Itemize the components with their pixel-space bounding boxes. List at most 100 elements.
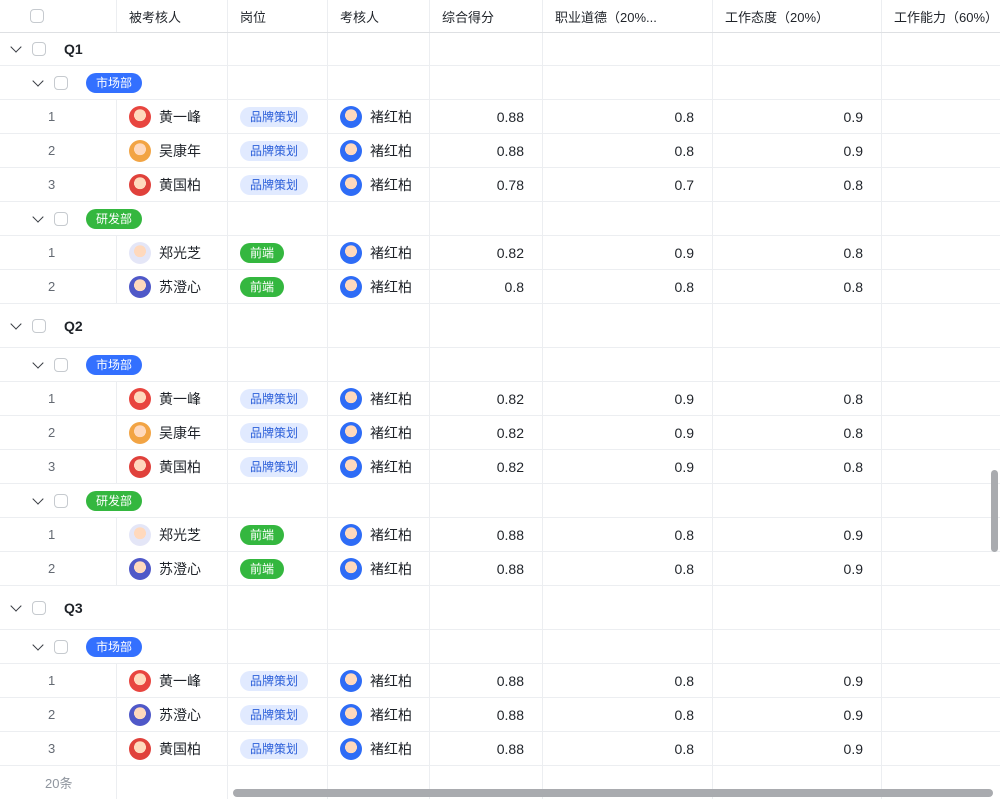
attitude-cell[interactable]: 0.9 [713, 732, 882, 765]
column-header-position[interactable]: 岗位 [228, 0, 328, 32]
score-cell[interactable]: 0.82 [430, 236, 543, 269]
attitude-cell[interactable]: 0.9 [713, 664, 882, 697]
row-index-cell[interactable]: 2 [0, 134, 117, 167]
assessor-cell[interactable]: 褚红柏 [328, 732, 430, 765]
score-cell[interactable]: 0.8 [430, 270, 543, 303]
attitude-cell[interactable]: 0.8 [713, 450, 882, 483]
empty-cell[interactable] [228, 304, 328, 347]
empty-cell[interactable] [430, 66, 543, 99]
position-cell[interactable]: 品牌策划 [228, 416, 328, 449]
assessor-cell[interactable]: 褚红柏 [328, 664, 430, 697]
assessee-cell[interactable]: 苏澄心 [117, 270, 228, 303]
position-cell[interactable]: 品牌策划 [228, 134, 328, 167]
ability-cell[interactable] [882, 698, 1000, 731]
row-index-cell[interactable]: 3 [0, 168, 117, 201]
chevron-down-icon[interactable] [10, 318, 21, 329]
group-header-cell[interactable]: Q2 [0, 304, 228, 347]
row-checkbox[interactable] [54, 358, 68, 372]
assessor-cell[interactable]: 褚红柏 [328, 518, 430, 551]
empty-cell[interactable] [328, 33, 430, 65]
empty-cell[interactable] [228, 630, 328, 663]
ability-cell[interactable] [882, 100, 1000, 133]
empty-cell[interactable] [543, 66, 713, 99]
group-header-cell[interactable]: Q3 [0, 586, 228, 629]
row-checkbox[interactable] [32, 42, 46, 56]
ethics-cell[interactable]: 0.8 [543, 270, 713, 303]
position-cell[interactable]: 品牌策划 [228, 382, 328, 415]
assessor-cell[interactable]: 褚红柏 [328, 552, 430, 585]
empty-cell[interactable] [328, 348, 430, 381]
score-cell[interactable]: 0.88 [430, 100, 543, 133]
assessee-cell[interactable]: 黄国柏 [117, 450, 228, 483]
ability-cell[interactable] [882, 518, 1000, 551]
score-cell[interactable]: 0.78 [430, 168, 543, 201]
empty-cell[interactable] [328, 630, 430, 663]
empty-cell[interactable] [543, 484, 713, 517]
position-cell[interactable]: 前端 [228, 236, 328, 269]
row-checkbox[interactable] [32, 601, 46, 615]
empty-cell[interactable] [228, 348, 328, 381]
ability-cell[interactable] [882, 270, 1000, 303]
column-header-score[interactable]: 综合得分 [430, 0, 543, 32]
row-index-cell[interactable]: 3 [0, 450, 117, 483]
empty-cell[interactable] [713, 33, 882, 65]
assessee-cell[interactable]: 苏澄心 [117, 552, 228, 585]
position-cell[interactable]: 前端 [228, 552, 328, 585]
empty-cell[interactable] [430, 586, 543, 629]
position-cell[interactable]: 品牌策划 [228, 100, 328, 133]
subgroup-header-cell[interactable]: 研发部 [0, 484, 228, 517]
ethics-cell[interactable]: 0.9 [543, 382, 713, 415]
position-cell[interactable]: 品牌策划 [228, 450, 328, 483]
empty-cell[interactable] [543, 33, 713, 65]
ethics-cell[interactable]: 0.9 [543, 416, 713, 449]
assessee-cell[interactable]: 黄国柏 [117, 732, 228, 765]
select-all-checkbox[interactable] [30, 9, 44, 23]
position-cell[interactable]: 品牌策划 [228, 698, 328, 731]
row-index-cell[interactable]: 2 [0, 270, 117, 303]
assessor-cell[interactable]: 褚红柏 [328, 100, 430, 133]
row-index-cell[interactable]: 1 [0, 236, 117, 269]
score-cell[interactable]: 0.88 [430, 552, 543, 585]
empty-cell[interactable] [713, 630, 882, 663]
assessor-cell[interactable]: 褚红柏 [328, 168, 430, 201]
ability-cell[interactable] [882, 416, 1000, 449]
data-row[interactable]: 2苏澄心前端褚红柏0.80.80.8 [0, 270, 1000, 304]
ethics-cell[interactable]: 0.8 [543, 552, 713, 585]
empty-cell[interactable] [882, 348, 1000, 381]
score-cell[interactable]: 0.88 [430, 698, 543, 731]
row-checkbox[interactable] [54, 212, 68, 226]
data-row[interactable]: 1郑光芝前端褚红柏0.880.80.9 [0, 518, 1000, 552]
score-cell[interactable]: 0.88 [430, 518, 543, 551]
data-row[interactable]: 3黄国柏品牌策划褚红柏0.820.90.8 [0, 450, 1000, 484]
row-checkbox[interactable] [54, 76, 68, 90]
position-cell[interactable]: 前端 [228, 270, 328, 303]
score-cell[interactable]: 0.88 [430, 664, 543, 697]
attitude-cell[interactable]: 0.8 [713, 382, 882, 415]
empty-cell[interactable] [882, 484, 1000, 517]
assessor-cell[interactable]: 褚红柏 [328, 698, 430, 731]
column-header-assessee[interactable]: 被考核人 [117, 0, 228, 32]
subgroup-header-cell[interactable]: 市场部 [0, 348, 228, 381]
row-index-cell[interactable]: 1 [0, 664, 117, 697]
assessee-cell[interactable]: 郑光芝 [117, 236, 228, 269]
empty-cell[interactable] [882, 33, 1000, 65]
ability-cell[interactable] [882, 382, 1000, 415]
row-index-cell[interactable]: 1 [0, 382, 117, 415]
row-index-cell[interactable]: 2 [0, 552, 117, 585]
empty-cell[interactable] [713, 586, 882, 629]
assessee-cell[interactable]: 黄国柏 [117, 168, 228, 201]
data-row[interactable]: 2苏澄心品牌策划褚红柏0.880.80.9 [0, 698, 1000, 732]
row-checkbox[interactable] [54, 494, 68, 508]
data-row[interactable]: 1黄一峰品牌策划褚红柏0.820.90.8 [0, 382, 1000, 416]
ethics-cell[interactable]: 0.8 [543, 518, 713, 551]
subgroup-header-cell[interactable]: 市场部 [0, 630, 228, 663]
assessor-cell[interactable]: 褚红柏 [328, 270, 430, 303]
column-header-attitude[interactable]: 工作态度（20%） [713, 0, 882, 32]
empty-cell[interactable] [430, 304, 543, 347]
ability-cell[interactable] [882, 450, 1000, 483]
ethics-cell[interactable]: 0.8 [543, 698, 713, 731]
score-cell[interactable]: 0.82 [430, 382, 543, 415]
assessee-cell[interactable]: 苏澄心 [117, 698, 228, 731]
empty-cell[interactable] [713, 304, 882, 347]
ability-cell[interactable] [882, 236, 1000, 269]
